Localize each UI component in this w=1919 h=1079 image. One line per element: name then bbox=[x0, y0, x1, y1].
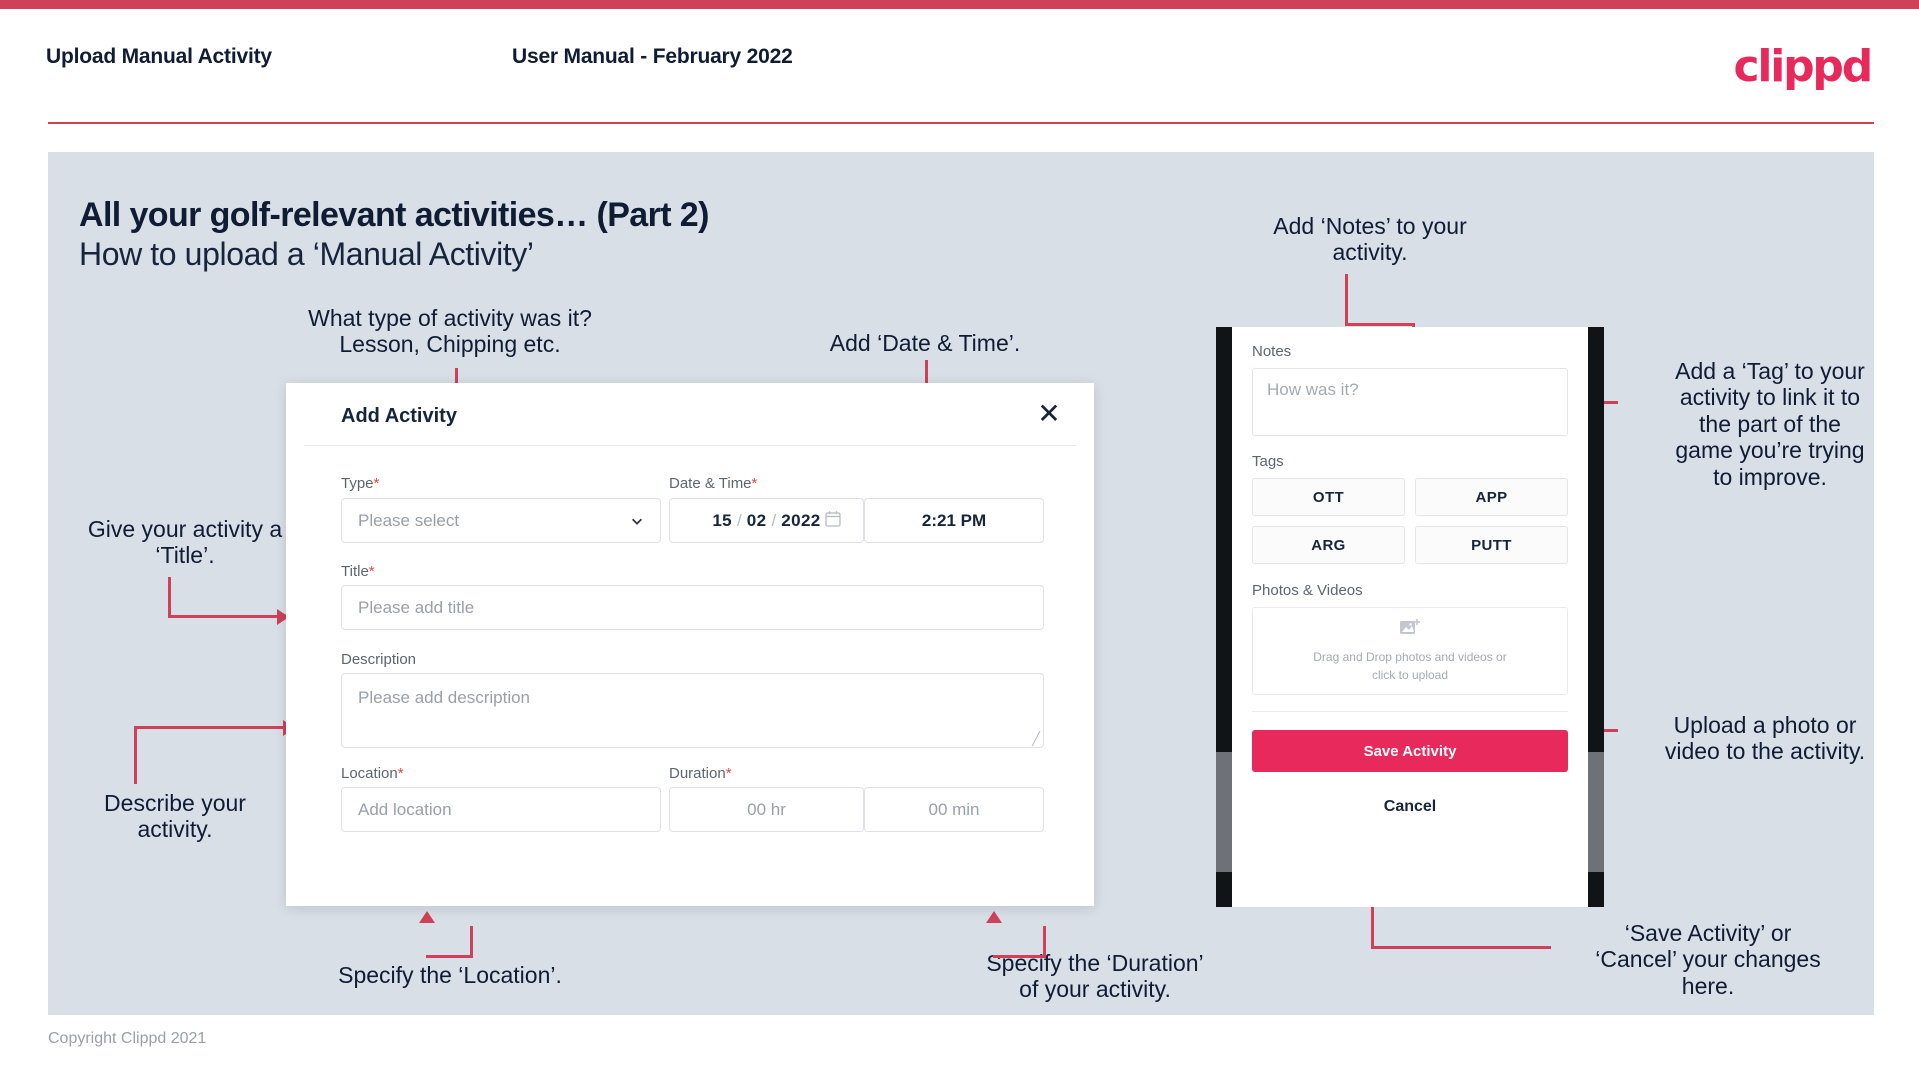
annotation-type: What type of activity was it? Lesson, Ch… bbox=[308, 305, 592, 358]
date-input[interactable]: 15 / 02 / 2022 bbox=[669, 498, 864, 543]
slide-heading: All your golf-relevant activities… (Part… bbox=[79, 196, 709, 234]
datetime-required-marker: * bbox=[751, 475, 758, 492]
date-sep-1: / bbox=[737, 510, 742, 530]
annotation-tags: Add a ‘Tag’ to your activity to link it … bbox=[1675, 358, 1865, 490]
phone-mockup: Notes How was it? Tags OTT APP ARG PUTT … bbox=[1216, 327, 1604, 907]
tag-button-ott[interactable]: OTT bbox=[1252, 478, 1405, 516]
description-label: Description bbox=[341, 651, 416, 668]
connector-dur-v bbox=[1043, 926, 1046, 958]
modal-header: Add Activity ✕ bbox=[286, 383, 1094, 445]
description-placeholder: Please add description bbox=[358, 688, 531, 707]
duration-required-marker: * bbox=[725, 765, 732, 782]
description-textarea[interactable]: Please add description ╱ bbox=[341, 673, 1044, 748]
dropzone-line-2: click to upload bbox=[1371, 668, 1449, 682]
location-label-text: Location bbox=[341, 765, 398, 782]
date-sep-2: / bbox=[771, 510, 777, 530]
date-month: 02 bbox=[746, 510, 767, 530]
annotation-photos: Upload a photo or video to the activity. bbox=[1664, 712, 1866, 765]
page-title: Upload Manual Activity bbox=[46, 45, 272, 68]
type-select-placeholder: Please select bbox=[358, 510, 460, 530]
duration-minutes-input[interactable]: 00 min bbox=[864, 787, 1044, 832]
connector-desc-h bbox=[134, 726, 284, 729]
annotation-location: Specify the ‘Location’. bbox=[338, 962, 562, 988]
type-label-text: Type bbox=[341, 475, 374, 492]
title-label: Title* bbox=[341, 563, 375, 580]
dropzone-line-1: Drag and Drop photos and videos or bbox=[1313, 650, 1507, 664]
photo-upload-dropzone[interactable]: Drag and Drop photos and videos or click… bbox=[1252, 607, 1568, 695]
add-image-icon bbox=[1399, 618, 1421, 642]
title-input[interactable]: Please add title bbox=[341, 585, 1044, 630]
photos-videos-label: Photos & Videos bbox=[1252, 582, 1363, 599]
notes-textarea[interactable]: How was it? bbox=[1252, 368, 1568, 436]
location-required-marker: * bbox=[397, 765, 404, 782]
connector-desc-v bbox=[134, 726, 137, 784]
connector-title-v bbox=[168, 577, 171, 617]
phone-bezel-right-highlight bbox=[1588, 752, 1604, 872]
clippd-logo: clippd bbox=[1733, 41, 1873, 92]
connector-loc-h bbox=[426, 955, 473, 958]
location-input[interactable]: Add location bbox=[341, 787, 661, 832]
phone-screen: Notes How was it? Tags OTT APP ARG PUTT … bbox=[1232, 327, 1588, 907]
slide-subheading: How to upload a ‘Manual Activity’ bbox=[79, 236, 534, 272]
duration-hours-input[interactable]: 00 hr bbox=[669, 787, 864, 832]
type-select[interactable]: Please select bbox=[341, 498, 661, 543]
connector-notes-v1 bbox=[1345, 274, 1348, 326]
close-icon[interactable]: ✕ bbox=[1032, 397, 1066, 431]
header-divider bbox=[48, 122, 1874, 124]
duration-hours-placeholder: 00 hr bbox=[747, 799, 786, 819]
phone-bezel-left-highlight bbox=[1216, 752, 1232, 872]
type-label: Type* bbox=[341, 475, 379, 492]
annotation-save-cancel: ‘Save Activity’ or ‘Cancel’ your changes… bbox=[1595, 920, 1821, 999]
calendar-icon[interactable] bbox=[825, 510, 841, 532]
tag-button-arg[interactable]: ARG bbox=[1252, 526, 1405, 564]
modal-title: Add Activity bbox=[341, 405, 457, 427]
connector-loc-v bbox=[470, 926, 473, 958]
notes-label: Notes bbox=[1252, 343, 1292, 360]
datetime-label: Date & Time* bbox=[669, 475, 757, 492]
location-placeholder: Add location bbox=[358, 799, 452, 819]
top-accent-bar bbox=[0, 0, 1919, 9]
datetime-label-text: Date & Time bbox=[669, 475, 752, 492]
phone-bezel-right bbox=[1588, 327, 1604, 907]
annotation-datetime: Add ‘Date & Time’. bbox=[829, 330, 1021, 356]
tag-button-putt[interactable]: PUTT bbox=[1415, 526, 1568, 564]
connector-dur-arrow bbox=[986, 911, 1002, 923]
connector-dur-h bbox=[993, 955, 1046, 958]
duration-label-text: Duration bbox=[669, 765, 726, 782]
title-required-marker: * bbox=[368, 563, 375, 580]
cancel-button[interactable]: Cancel bbox=[1252, 798, 1568, 816]
connector-loc-arrow bbox=[419, 911, 435, 923]
header-subtitle: User Manual - February 2022 bbox=[512, 45, 793, 68]
time-input[interactable]: 2:21 PM bbox=[864, 498, 1044, 543]
save-activity-button[interactable]: Save Activity bbox=[1252, 730, 1568, 772]
footer-copyright: Copyright Clippd 2021 bbox=[48, 1030, 207, 1047]
modal-header-divider bbox=[304, 445, 1076, 446]
title-label-text: Title bbox=[341, 563, 369, 580]
phone-bezel-left bbox=[1216, 327, 1232, 907]
location-label: Location* bbox=[341, 765, 404, 782]
slide-page: Upload Manual Activity User Manual - Feb… bbox=[0, 0, 1919, 1079]
time-value: 2:21 PM bbox=[921, 510, 987, 530]
duration-label: Duration* bbox=[669, 765, 732, 782]
annotation-notes: Add ‘Notes’ to your activity. bbox=[1273, 213, 1467, 266]
annotation-description: Describe your activity. bbox=[104, 790, 246, 843]
date-year: 2022 bbox=[781, 510, 821, 530]
connector-notes-h bbox=[1345, 323, 1415, 326]
phone-divider bbox=[1252, 711, 1568, 712]
title-input-placeholder: Please add title bbox=[358, 597, 475, 617]
add-activity-modal: Add Activity ✕ Type* Please select Date … bbox=[286, 383, 1094, 906]
connector-title-h bbox=[168, 615, 278, 618]
resize-handle-icon[interactable]: ╱ bbox=[1032, 732, 1040, 745]
type-required-marker: * bbox=[373, 475, 380, 492]
connector-save-h bbox=[1371, 946, 1551, 949]
date-day: 15 bbox=[712, 510, 733, 530]
description-label-text: Description bbox=[341, 651, 417, 668]
duration-minutes-placeholder: 00 min bbox=[928, 799, 980, 819]
tag-button-app[interactable]: APP bbox=[1415, 478, 1568, 516]
tags-label: Tags bbox=[1252, 453, 1284, 470]
chevron-down-icon bbox=[632, 518, 642, 525]
tags-grid: OTT APP ARG PUTT bbox=[1252, 478, 1568, 564]
notes-placeholder: How was it? bbox=[1267, 380, 1359, 399]
